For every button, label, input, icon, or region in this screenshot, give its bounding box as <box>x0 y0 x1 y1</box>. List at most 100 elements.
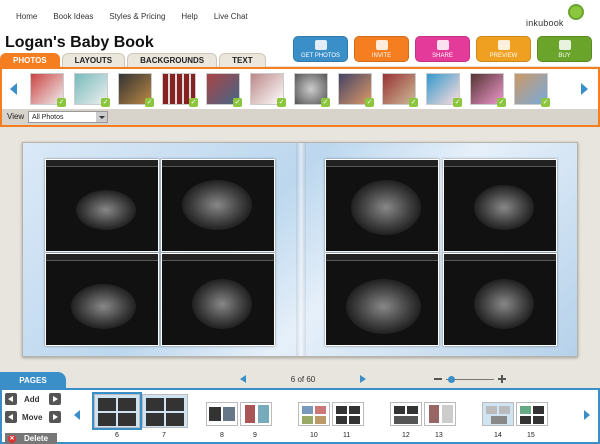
delete-label: Delete <box>24 434 49 443</box>
view-label: View <box>7 112 25 121</box>
thumbs-next-icon[interactable] <box>584 410 590 420</box>
tab-photos[interactable]: PHOTOS <box>0 53 60 67</box>
photo-thumb[interactable]: ✓ <box>338 73 374 107</box>
thumb-photo <box>336 406 347 414</box>
photo-thumb[interactable]: ✓ <box>514 73 550 107</box>
page-thumb[interactable] <box>206 402 238 426</box>
next-page-icon[interactable] <box>360 375 366 383</box>
page-thumb[interactable] <box>332 402 364 426</box>
move-right-button[interactable] <box>49 411 61 423</box>
ultrasound-photo[interactable] <box>443 159 557 252</box>
check-icon: ✓ <box>189 98 198 107</box>
photo-thumb[interactable]: ✓ <box>470 73 506 107</box>
photo-strip-prev-icon[interactable] <box>10 83 17 95</box>
thumb-photo <box>336 416 347 424</box>
thumb-photo <box>486 406 497 414</box>
page-thumb-group <box>390 402 456 426</box>
zoom-out-icon[interactable] <box>434 378 442 380</box>
check-icon: ✓ <box>57 98 66 107</box>
page-number: 13 <box>435 432 443 439</box>
ultrasound-photo[interactable] <box>45 159 159 252</box>
share-button[interactable]: SHARE <box>415 36 470 62</box>
nav-link-help[interactable]: Help <box>181 12 197 21</box>
page-number: 9 <box>253 432 257 439</box>
photo-thumb[interactable]: ✓ <box>74 73 110 107</box>
editor-tabs: PHOTOS LAYOUTS BACKGROUNDS TEXT <box>0 53 268 67</box>
action-buttons: GET PHOTOS INVITE SHARE PREVIEW BUY <box>293 36 592 62</box>
thumb-photo <box>349 416 360 424</box>
tab-layouts[interactable]: LAYOUTS <box>61 53 126 67</box>
zoom-handle[interactable] <box>448 376 455 383</box>
page-thumb[interactable] <box>390 402 422 426</box>
pages-tab[interactable]: PAGES <box>0 372 66 388</box>
photo-thumb[interactable]: ✓ <box>162 73 198 107</box>
page-number: 11 <box>343 432 351 439</box>
photo-thumb[interactable]: ✓ <box>118 73 154 107</box>
photo-thumb[interactable]: ✓ <box>250 73 286 107</box>
get-photos-button[interactable]: GET PHOTOS <box>293 36 348 62</box>
scan-image <box>474 279 534 329</box>
page-thumb[interactable] <box>482 402 514 426</box>
add-left-button[interactable] <box>5 393 17 405</box>
scan-header <box>46 160 158 167</box>
photo-strip-next-icon[interactable] <box>581 83 588 95</box>
page-thumbnails-panel: Add Move ✕ Delete 6 7 8 9 10 11 12 13 14… <box>0 388 600 444</box>
close-icon: ✕ <box>8 434 16 443</box>
photo-strip: ✓ ✓ ✓ ✓ ✓ ✓ ✓ ✓ ✓ ✓ ✓ ✓ View All Photos <box>0 67 600 127</box>
check-icon: ✓ <box>409 98 418 107</box>
page-thumb[interactable] <box>298 402 330 426</box>
top-nav: Home Book Ideas Styles & Pricing Help Li… <box>0 0 600 32</box>
page-thumb[interactable] <box>142 394 188 428</box>
nav-link-book-ideas[interactable]: Book Ideas <box>53 12 93 21</box>
ultrasound-photo[interactable] <box>325 253 439 346</box>
ultrasound-photo[interactable] <box>325 159 439 252</box>
page-number: 6 <box>115 432 119 439</box>
add-right-button[interactable] <box>49 393 61 405</box>
photo-thumb[interactable]: ✓ <box>382 73 418 107</box>
page-thumb[interactable] <box>424 402 456 426</box>
check-icon: ✓ <box>453 98 462 107</box>
scan-image <box>182 180 252 230</box>
ultrasound-photo[interactable] <box>161 159 275 252</box>
tab-text[interactable]: TEXT <box>219 53 266 67</box>
zoom-slider[interactable] <box>434 374 506 386</box>
buy-label: BUY <box>558 53 571 59</box>
photo-thumb[interactable]: ✓ <box>426 73 462 107</box>
check-icon: ✓ <box>233 98 242 107</box>
nav-link-live-chat[interactable]: Live Chat <box>214 12 248 21</box>
inkubook-logo[interactable]: inkubook <box>526 4 586 30</box>
photo-thumb[interactable]: ✓ <box>30 73 66 107</box>
page-thumb[interactable] <box>240 402 272 426</box>
invite-label: INVITE <box>371 53 392 59</box>
book-spread[interactable] <box>22 142 578 357</box>
check-icon: ✓ <box>277 98 286 107</box>
chevron-down-icon <box>96 112 107 122</box>
scan-image <box>346 279 421 334</box>
nav-link-home[interactable]: Home <box>16 12 37 21</box>
thumb-photo <box>533 406 544 414</box>
check-icon: ✓ <box>101 98 110 107</box>
page-thumb[interactable] <box>516 402 548 426</box>
page-thumb-group <box>92 392 188 430</box>
buy-button[interactable]: BUY <box>537 36 592 62</box>
zoom-in-icon[interactable] <box>498 375 506 383</box>
nav-link-styles-pricing[interactable]: Styles & Pricing <box>109 12 165 21</box>
ultrasound-photo[interactable] <box>45 253 159 346</box>
thumb-photo <box>520 416 531 424</box>
ultrasound-photo[interactable] <box>161 253 275 346</box>
scan-header <box>162 160 274 167</box>
page-thumb[interactable] <box>92 392 142 430</box>
thumbs-prev-icon[interactable] <box>74 410 80 420</box>
logo-text: inkubook <box>526 18 564 28</box>
delete-page-button[interactable]: ✕ Delete <box>5 433 57 444</box>
photo-thumb[interactable]: ✓ <box>206 73 242 107</box>
move-left-button[interactable] <box>5 411 17 423</box>
invite-button[interactable]: INVITE <box>354 36 409 62</box>
preview-button[interactable]: PREVIEW <box>476 36 531 62</box>
page-number: 7 <box>162 432 166 439</box>
ultrasound-photo[interactable] <box>443 253 557 346</box>
tab-backgrounds[interactable]: BACKGROUNDS <box>127 53 218 67</box>
thumb-photo <box>166 413 184 426</box>
view-select[interactable]: All Photos <box>28 111 108 123</box>
photo-thumb[interactable]: ✓ <box>294 73 330 107</box>
